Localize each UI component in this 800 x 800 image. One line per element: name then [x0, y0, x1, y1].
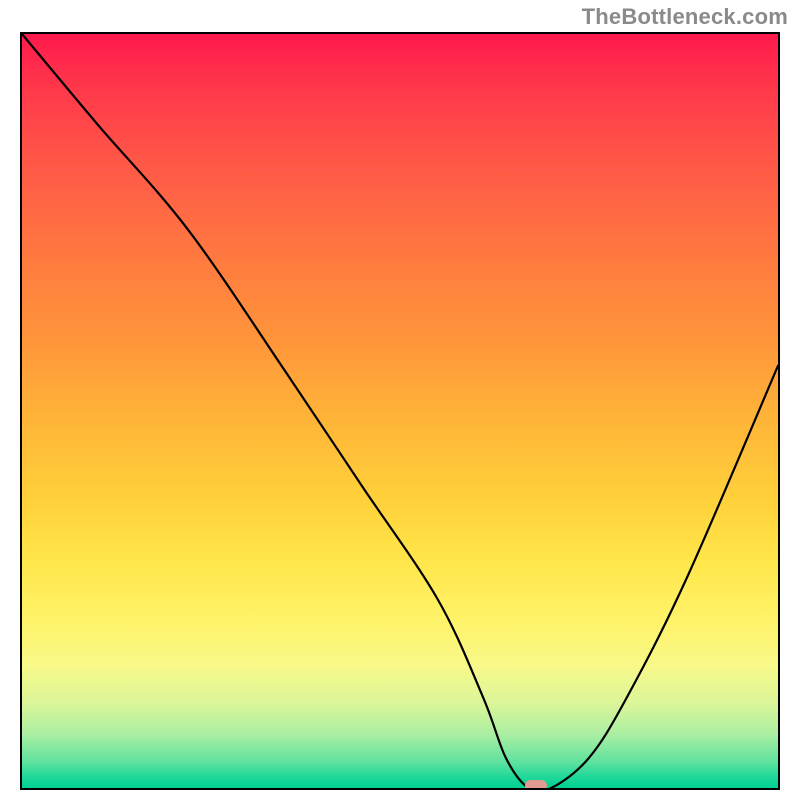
plot-frame — [20, 32, 780, 790]
optimum-marker — [525, 780, 547, 790]
attribution-label: TheBottleneck.com — [582, 4, 788, 30]
bottleneck-curve — [22, 34, 778, 788]
chart-container: TheBottleneck.com — [0, 0, 800, 800]
